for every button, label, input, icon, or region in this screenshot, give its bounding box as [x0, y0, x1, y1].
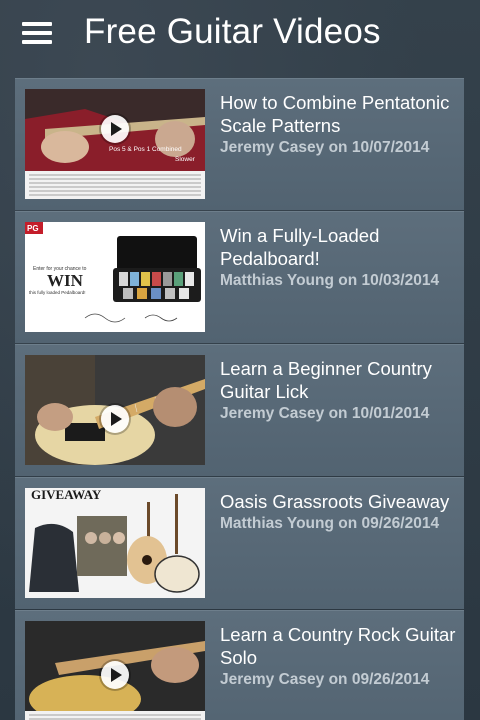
- video-thumbnail[interactable]: PG Enter for your chance to WIN this ful…: [25, 222, 205, 332]
- app-screen: Free Guitar Videos Pos 5 & Pos 1 Combine…: [0, 0, 480, 720]
- play-icon[interactable]: [101, 405, 129, 433]
- video-title[interactable]: Oasis Grassroots Giveaway Matthias Young…: [220, 490, 460, 535]
- video-title-text: How to Combine Pentatonic Scale Patterns: [220, 92, 450, 136]
- menu-bar: [22, 31, 52, 35]
- video-meta: Jeremy Casey on 10/01/2014: [220, 405, 430, 422]
- video-title-text: Learn a Country Rock Guitar Solo: [220, 624, 456, 668]
- video-meta: Jeremy Casey on 10/07/2014: [220, 139, 430, 156]
- video-thumbnail[interactable]: Pos 5 & Pos 1 Combined Slower: [25, 89, 205, 199]
- play-icon[interactable]: [101, 115, 129, 143]
- video-list[interactable]: Pos 5 & Pos 1 Combined Slower How to Com…: [15, 78, 464, 720]
- video-title-text: Win a Fully-Loaded Pedalboard!: [220, 225, 380, 269]
- video-meta: Matthias Young on 10/03/2014: [220, 272, 440, 289]
- app-header: Free Guitar Videos: [0, 0, 480, 68]
- video-meta: Matthias Young on 09/26/2014: [220, 515, 440, 532]
- thumbnail-image: GIVEAWAY: [25, 488, 205, 598]
- video-title-text: Learn a Beginner Country Guitar Lick: [220, 358, 432, 402]
- video-thumbnail[interactable]: GIVEAWAY: [25, 488, 205, 598]
- video-title[interactable]: How to Combine Pentatonic Scale Patterns…: [220, 91, 460, 159]
- video-title[interactable]: Learn a Beginner Country Guitar Lick Jer…: [220, 357, 460, 425]
- page-title: Free Guitar Videos: [84, 12, 381, 51]
- video-thumbnail[interactable]: [25, 355, 205, 465]
- thumb-line-2: this fully loaded Pedalboard!: [29, 290, 86, 295]
- thumb-banner: GIVEAWAY: [31, 488, 102, 502]
- hamburger-menu-icon[interactable]: [22, 22, 52, 44]
- video-title-text: Oasis Grassroots Giveaway: [220, 491, 450, 512]
- video-title[interactable]: Win a Fully-Loaded Pedalboard! Matthias …: [220, 224, 460, 292]
- thumbnail-image: PG Enter for your chance to WIN this ful…: [25, 222, 205, 332]
- thumb-caption-1: Pos 5 & Pos 1 Combined: [109, 146, 182, 153]
- thumbnail-image: Pos 5 & Pos 1 Combined Slower: [25, 89, 205, 199]
- video-list-item[interactable]: GIVEAWAY Oasis Grassroots Giveaway Matth…: [15, 477, 464, 609]
- menu-bar: [22, 22, 52, 26]
- play-icon[interactable]: [101, 661, 129, 689]
- thumb-win: WIN: [47, 271, 84, 290]
- thumb-caption-2: Slower: [175, 156, 196, 163]
- video-thumbnail[interactable]: [25, 621, 205, 720]
- video-list-item[interactable]: Learn a Country Rock Guitar Solo Jeremy …: [15, 610, 464, 720]
- video-list-item[interactable]: PG Enter for your chance to WIN this ful…: [15, 211, 464, 343]
- video-list-item[interactable]: Pos 5 & Pos 1 Combined Slower How to Com…: [15, 78, 464, 210]
- video-list-item[interactable]: Learn a Beginner Country Guitar Lick Jer…: [15, 344, 464, 476]
- video-meta: Jeremy Casey on 09/26/2014: [220, 671, 430, 688]
- pg-logo: PG: [27, 224, 39, 233]
- video-title[interactable]: Learn a Country Rock Guitar Solo Jeremy …: [220, 623, 460, 691]
- menu-bar: [22, 40, 52, 44]
